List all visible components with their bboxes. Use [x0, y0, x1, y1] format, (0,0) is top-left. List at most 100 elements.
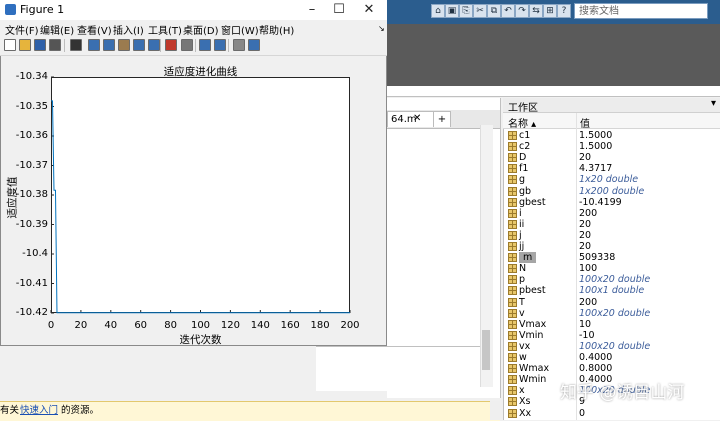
quick-access-button[interactable]: ⌂ [431, 4, 445, 18]
workspace-row[interactable]: D 20 [503, 152, 720, 163]
editor-scroll-thumb[interactable] [482, 330, 490, 370]
command-window[interactable] [316, 346, 488, 391]
variable-icon [508, 330, 517, 340]
column-name-header[interactable]: 名称 ▴ [508, 115, 536, 130]
variable-name: m [519, 252, 537, 264]
variable-value: 20 [579, 241, 592, 252]
add-tab-button[interactable]: + [433, 111, 451, 127]
workspace-row[interactable]: Vmax 10 [503, 319, 720, 330]
workspace-row[interactable]: g 1x20 double [503, 174, 720, 185]
workspace-row[interactable]: v 100x20 double [503, 308, 720, 319]
editor-tab[interactable]: 64.m [387, 111, 435, 127]
x-tick-label: 200 [340, 320, 360, 331]
workspace-row[interactable]: gb 1x200 double [503, 186, 720, 197]
variable-name: p [519, 274, 526, 286]
variable-value: 10 [579, 318, 592, 330]
workspace-row[interactable]: w 0.4000 [503, 352, 720, 363]
variable-icon [508, 175, 517, 185]
variable-name: gb [519, 185, 532, 197]
variable-name: pbest [519, 285, 546, 297]
workspace-row[interactable]: Xx 0 [503, 408, 720, 419]
variable-icon [508, 297, 517, 307]
x-axis-label: 迭代次数 [179, 334, 222, 346]
quick-start-link[interactable]: 快速入门 [20, 402, 58, 420]
variable-name: Xs [519, 396, 531, 408]
variable-name: j [519, 229, 522, 241]
variable-icon [508, 186, 517, 196]
variable-name: f1 [519, 163, 529, 175]
variable-icon [508, 230, 517, 240]
variable-icon [508, 153, 517, 163]
variable-name: v [519, 307, 525, 319]
variable-icon [508, 208, 517, 218]
workspace-row[interactable]: N 100 [503, 263, 720, 274]
y-tick-label: -10.34 [15, 71, 48, 82]
variable-icon [508, 264, 517, 274]
x-tick-label: 60 [134, 320, 148, 331]
variable-value: -10 [579, 329, 595, 341]
fitness-curve-line [51, 100, 350, 314]
status-prefix: 有关 [0, 405, 20, 416]
quick-access-button[interactable]: ↶ [501, 4, 515, 18]
x-tick-label: 140 [250, 320, 270, 331]
quick-access-button[interactable]: ? [557, 4, 571, 18]
workspace-row[interactable]: gbest -10.4199 [503, 197, 720, 208]
quick-access-button[interactable]: ⇆ [529, 4, 543, 18]
quick-access-button[interactable]: ⧉ [487, 4, 501, 18]
variable-value: 20 [579, 152, 592, 164]
variable-value: 0 [579, 407, 586, 419]
variable-icon [508, 341, 517, 351]
x-tick-label: 80 [164, 320, 177, 331]
workspace-row[interactable]: ii 20 [503, 219, 720, 230]
variable-icon [508, 375, 517, 385]
y-tick-label: -10.41 [15, 277, 48, 289]
variable-value: 100x1 double [579, 285, 645, 297]
variable-icon [508, 408, 517, 418]
workspace-menu-icon[interactable]: ▾ [711, 98, 716, 109]
workspace-row[interactable]: f1 4.3717 [503, 163, 720, 174]
variable-name: D [519, 152, 527, 164]
variable-value: 1.5000 [579, 141, 613, 153]
quick-access-button[interactable]: ▣ [445, 4, 459, 18]
workspace-row[interactable]: T 200 [503, 297, 720, 308]
quick-access-button[interactable]: ⎘ [459, 4, 473, 18]
workspace-header: 名称 ▴ 值 [503, 113, 720, 130]
workspace-row[interactable]: i 200 [503, 208, 720, 219]
search-documentation-input[interactable]: 搜索文档 [574, 3, 708, 19]
close-tab-icon[interactable]: ✕ [413, 113, 421, 124]
workspace-row[interactable]: c2 1.5000 [503, 141, 720, 152]
workspace-row[interactable]: Vmin -10 [503, 330, 720, 341]
variable-value: 100x20 double [579, 274, 651, 286]
variable-value: 20 [579, 218, 592, 230]
workspace-row[interactable]: Wmax 0.8000 [503, 363, 720, 374]
workspace-row[interactable]: m 509338 [503, 252, 720, 264]
variable-icon [508, 142, 517, 152]
y-axis-label: 适应度值 [6, 176, 19, 219]
workspace-row[interactable]: j 20 [503, 230, 720, 241]
variable-value: 20 [579, 229, 592, 241]
variable-name: ii [519, 218, 525, 230]
workspace-row[interactable]: pbest 100x1 double [503, 285, 720, 296]
workspace-title: 工作区 [508, 103, 538, 114]
workspace-row[interactable]: p 100x20 double [503, 274, 720, 285]
quick-access-button[interactable]: ✂ [473, 4, 487, 18]
variable-icon [508, 197, 517, 207]
quick-access-button[interactable]: ↷ [515, 4, 529, 18]
workspace-row[interactable]: vx 100x20 double [503, 341, 720, 352]
workspace-row[interactable]: c1 1.5000 [503, 130, 720, 141]
variable-name: Vmax [519, 318, 547, 330]
variable-value: -10.4199 [579, 196, 622, 208]
variable-value: 100x20 double [579, 340, 651, 352]
variable-icon [508, 219, 517, 229]
column-value-header[interactable]: 值 [580, 115, 590, 130]
variable-icon [508, 353, 517, 362]
quick-access-button[interactable]: ⊞ [543, 4, 557, 18]
variable-name: w [519, 352, 527, 363]
address-bar[interactable] [387, 86, 720, 97]
y-tick-label: -10.4 [22, 248, 48, 259]
status-scrollbar[interactable] [490, 401, 500, 420]
variable-icon [508, 242, 517, 251]
workspace-row[interactable]: jj 20 [503, 241, 720, 252]
variable-value: 1.5000 [579, 130, 613, 141]
variable-name: gbest [519, 196, 546, 208]
